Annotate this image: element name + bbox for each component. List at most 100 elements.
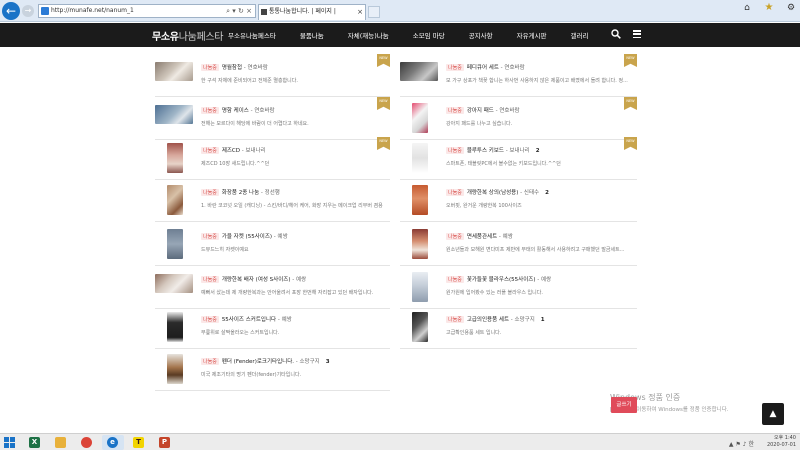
write-post-button[interactable]: 글쓰기: [611, 397, 637, 413]
post-title-row[interactable]: 나눔중 명함 케이스 - 연호바람: [201, 106, 275, 114]
post-title[interactable]: 블루투스 키보드: [467, 148, 504, 154]
post-title-row[interactable]: 나눔중 개량한복 상의(남성용) - 신태수 2: [446, 188, 549, 196]
post-title[interactable]: 55사이즈 스커트입니다: [222, 317, 276, 323]
post-title[interactable]: 펜더 (Fender)로크기타입니다.: [222, 359, 294, 365]
post-title[interactable]: 고급의인용품 세트: [467, 317, 509, 323]
list-item[interactable]: 나눔중 개량한복 배자 (여성 S사이즈) - 예쌍예뻐서 샀는데 제 개량한복과…: [155, 272, 390, 309]
post-thumbnail[interactable]: [167, 354, 183, 384]
post-title-row[interactable]: 나눔중 화장품 2종 나눔 - 정선행: [201, 188, 280, 196]
post-thumbnail[interactable]: [167, 312, 183, 342]
taskbar-ie[interactable]: e: [102, 435, 124, 450]
post-title-row[interactable]: 나눔중 명월참첩 - 연호바람: [201, 63, 268, 71]
post-title-row[interactable]: 나눔중 가을 자켓 (55사이즈) - 예쌍: [201, 232, 288, 240]
menu-item-festa[interactable]: 무소유나눔페스타: [228, 30, 276, 40]
post-title-row[interactable]: 나눔중 개량한복 배자 (여성 S사이즈) - 예쌍: [201, 275, 306, 283]
hamburger-menu-icon[interactable]: [633, 30, 641, 38]
post-summary: 전해는 모르다이 해당에 바람이 더 어렵다고 하네요.: [201, 121, 309, 127]
post-title-row[interactable]: 나눔중 꽃가들꽃 블라우스(55사이즈) - 예쌍: [446, 275, 551, 283]
system-clock[interactable]: 오후 1:40 2020-07-01: [767, 435, 796, 449]
taskbar-excel[interactable]: X: [24, 435, 46, 450]
post-title-row[interactable]: 나눔중 블루투스 키보드 - 보내나리 2: [446, 146, 540, 154]
site-logo[interactable]: 무소유나눔페스타: [152, 28, 224, 43]
settings-gear-icon[interactable]: ⚙: [786, 3, 796, 13]
post-thumbnail[interactable]: [167, 185, 183, 215]
list-item[interactable]: 나눔중 명함 케이스 - 연호바람전해는 모르다이 해당에 바람이 더 어렵다고 …: [155, 97, 390, 140]
post-thumbnail[interactable]: [412, 272, 428, 302]
post-summary: 오버핏, 완거운 개량한복 100사이즈: [446, 203, 522, 209]
menu-item-goods[interactable]: 물품나눔: [300, 30, 324, 40]
tray-icons[interactable]: ▲ ⚑ ♪ 한: [729, 439, 754, 448]
post-title-row[interactable]: 나눔중 페디큐어 세트 - 연호바람: [446, 63, 525, 71]
post-title-row[interactable]: 나눔중 55사이즈 스커트입니다 - 예쌍: [201, 315, 292, 323]
menu-item-meetup[interactable]: 소모임 마당: [413, 30, 445, 40]
post-thumbnail[interactable]: [400, 62, 438, 81]
list-item[interactable]: 나눔중 화장품 2종 나눔 - 정선행 1. 바란 코코넛 오일 (캐디닝) - 스…: [155, 185, 390, 222]
list-item[interactable]: 나눔중 페디큐어 세트 - 연호바람 모 가구 상포가 책꽂 합니는 하사번 사용하…: [400, 54, 637, 97]
post-author: - 소망구지: [509, 317, 535, 323]
post-thumbnail[interactable]: [155, 105, 193, 124]
post-title-row[interactable]: 나눔중 강아지 패드 - 연호바람: [446, 106, 520, 114]
post-title-row[interactable]: 나눔중 면세품관세트 - 예쌍: [446, 232, 513, 240]
menu-item-notice[interactable]: 공지사항: [469, 30, 493, 40]
post-title[interactable]: 면세품관세트: [467, 234, 497, 240]
post-title[interactable]: 화장품 2종 나눔: [222, 190, 259, 196]
favorites-star-icon[interactable]: ★: [764, 2, 774, 13]
browser-tab[interactable]: 통통나눔합니다. | 페이지 | ×: [258, 4, 366, 20]
list-item[interactable]: 나눔중 면세품관세트 - 예쌍 원소년들과 모해원 변다미프 제반에 무태의 활동해…: [400, 229, 637, 266]
post-title[interactable]: 강아지 패드: [467, 108, 494, 114]
list-item[interactable]: 나눔중 제즈CD - 보내나리 제즈CD 10장 새드립니다.^^던 NEW: [155, 137, 390, 180]
search-icon[interactable]: [611, 29, 621, 39]
list-item[interactable]: 나눔중 고급의인용품 세트 - 소망구지 1 고급확인용품 세트 입니다.: [400, 312, 637, 349]
post-thumbnail[interactable]: [412, 143, 428, 173]
post-thumbnail[interactable]: [412, 103, 428, 133]
tab-close-icon[interactable]: ×: [357, 5, 363, 19]
list-item[interactable]: 나눔중 펜더 (Fender)로크기타입니다. - 소망구지 3 미국 제조기타의 명…: [155, 354, 390, 391]
post-thumbnail[interactable]: [167, 143, 183, 173]
post-thumbnail[interactable]: [412, 312, 428, 342]
item-divider: [155, 308, 390, 309]
forward-button[interactable]: →: [22, 5, 34, 17]
post-thumbnail[interactable]: [412, 229, 428, 259]
home-icon[interactable]: ⌂: [742, 3, 752, 13]
post-title-row[interactable]: 나눔중 제즈CD - 보내나리: [201, 146, 266, 154]
menu-item-talent[interactable]: 자체(재능)나눔: [348, 30, 389, 40]
address-bar[interactable]: http://munafe.net/nanum_1 ⌕ ▾ ↻ ×: [38, 4, 256, 18]
post-title[interactable]: 꽃가들꽃 블라우스(55사이즈): [467, 277, 536, 283]
new-ribbon-badge: NEW: [624, 137, 637, 150]
post-title[interactable]: 페디큐어 세트: [467, 65, 499, 71]
scroll-top-button[interactable]: ▲: [762, 403, 784, 425]
post-thumbnail[interactable]: [155, 62, 193, 81]
post-thumbnail[interactable]: [412, 185, 428, 215]
post-summary: 예뻐서 샀는데 제 개량한복과는 안어울려서 포장 한번해 자리잡고 있던 배자…: [201, 290, 374, 296]
post-title[interactable]: 명월참첩: [222, 65, 242, 71]
list-item[interactable]: 나눔중 꽃가들꽃 블라우스(55사이즈) - 예쌍 원가원에 입어봤수 있는 러플 …: [400, 272, 637, 309]
taskbar-kakaotalk[interactable]: T: [128, 435, 150, 450]
windows-start-icon[interactable]: [4, 437, 16, 448]
menu-item-board[interactable]: 자유게시판: [517, 30, 547, 40]
new-tab-button[interactable]: [368, 6, 380, 18]
post-summary: 강아지 패드를 나누고 싶습니다.: [446, 121, 513, 127]
list-item[interactable]: 나눔중 개량한복 상의(남성용) - 신태수 2 오버핏, 완거운 개량한복 100사…: [400, 185, 637, 222]
taskbar-chrome[interactable]: [76, 435, 98, 450]
list-item[interactable]: 나눔중 블루투스 키보드 - 보내나리 2 스마트폰, 태블릿PC에서 블수없는 키보…: [400, 137, 637, 180]
post-thumbnail[interactable]: [167, 229, 183, 259]
menu-item-gallery[interactable]: 갤러리: [571, 30, 589, 40]
address-tools[interactable]: ⌕ ▾ ↻ ×: [226, 5, 252, 17]
post-title[interactable]: 명함 케이스: [222, 108, 249, 114]
list-item[interactable]: 나눔중 55사이즈 스커트입니다 - 예쌍 무릎위로 살짝올라오는 스커트입니다.: [155, 312, 390, 349]
taskbar-powerpoint[interactable]: P: [154, 435, 176, 450]
list-item[interactable]: 나눔중 명월참첩 - 연호바람 한 구석 자체에 준비되어고 전체준 멸층합니다. N…: [155, 54, 390, 97]
post-title-row[interactable]: 나눔중 고급의인용품 세트 - 소망구지 1: [446, 315, 545, 323]
list-item[interactable]: 나눔중 가을 자켓 (55사이즈) - 예쌍 드뷰드느히 자켓이예요: [155, 229, 390, 266]
taskbar-explorer[interactable]: [50, 435, 72, 450]
logo-main-text: 무소유: [152, 32, 179, 43]
post-title-row[interactable]: 나눔중 펜더 (Fender)로크기타입니다. - 소망구지 3: [201, 357, 330, 365]
post-title[interactable]: 제즈CD: [222, 148, 240, 154]
back-button[interactable]: ←: [2, 2, 20, 20]
item-divider: [155, 390, 390, 391]
post-title[interactable]: 개량한복 상의(남성용): [467, 190, 519, 196]
post-thumbnail[interactable]: [155, 274, 193, 293]
post-title[interactable]: 개량한복 배자 (여성 S사이즈): [222, 277, 291, 283]
post-title[interactable]: 가을 자켓 (55사이즈): [222, 234, 272, 240]
list-item[interactable]: 나눔중 강아지 패드 - 연호바람 강아지 패드를 나누고 싶습니다. NEW: [400, 97, 637, 140]
